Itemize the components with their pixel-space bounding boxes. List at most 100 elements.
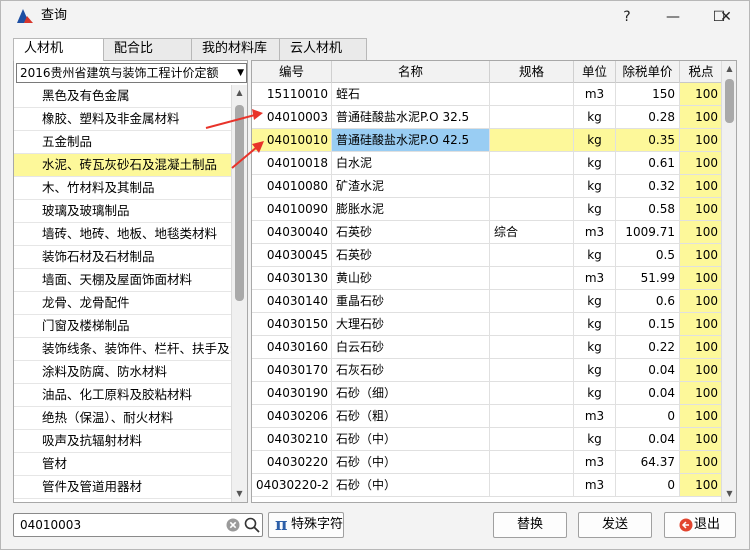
cell-unit[interactable]: m3 — [574, 405, 616, 427]
cell-code[interactable]: 04030150 — [252, 313, 332, 335]
category-item[interactable]: 龙骨、龙骨配件 — [14, 292, 231, 315]
cell-price[interactable]: 0.22 — [616, 336, 680, 358]
cell-code[interactable]: 04030160 — [252, 336, 332, 358]
cell-spec[interactable] — [490, 474, 574, 496]
category-item[interactable]: 绝热（保温）、耐火材料 — [14, 407, 231, 430]
cell-price[interactable]: 0 — [616, 405, 680, 427]
cell-price[interactable]: 0.5 — [616, 244, 680, 266]
cell-tax[interactable]: 100 — [680, 244, 722, 266]
category-item[interactable]: 黑色及有色金属 — [14, 85, 231, 108]
cell-name[interactable]: 石砂（中） — [332, 474, 490, 496]
table-row[interactable]: 15110010 蛭石 m3 150 100 — [252, 83, 722, 106]
table-row[interactable]: 04030040 石英砂 综合 m3 1009.71 100 — [252, 221, 722, 244]
cell-code[interactable]: 04030140 — [252, 290, 332, 312]
cell-spec[interactable] — [490, 359, 574, 381]
cell-name[interactable]: 黄山砂 — [332, 267, 490, 289]
minimize-button[interactable]: — — [650, 1, 696, 32]
cell-tax[interactable]: 100 — [680, 336, 722, 358]
cell-code[interactable]: 04010090 — [252, 198, 332, 220]
cell-code[interactable]: 04030206 — [252, 405, 332, 427]
cell-unit[interactable]: kg — [574, 129, 616, 151]
tab-cloud-material[interactable]: 云人材机 — [279, 38, 367, 60]
cell-price[interactable]: 0.04 — [616, 382, 680, 404]
cell-name[interactable]: 普通硅酸盐水泥P.O 42.5 — [332, 129, 490, 151]
cell-tax[interactable]: 100 — [680, 221, 722, 243]
category-scrollbar[interactable]: ▲ ▼ — [231, 85, 247, 502]
table-row[interactable]: 04010090 膨胀水泥 kg 0.58 100 — [252, 198, 722, 221]
cell-tax[interactable]: 100 — [680, 267, 722, 289]
table-row[interactable]: 04030220 石砂（中） m3 64.37 100 — [252, 451, 722, 474]
table-row[interactable]: 04010010 普通硅酸盐水泥P.O 42.5 kg 0.35 100 — [252, 129, 722, 152]
close-button[interactable]: ✕ — [703, 1, 749, 32]
cell-code[interactable]: 04030130 — [252, 267, 332, 289]
table-row[interactable]: 04030140 重晶石砂 kg 0.6 100 — [252, 290, 722, 313]
scroll-down-icon[interactable]: ▼ — [722, 486, 736, 502]
cell-tax[interactable]: 100 — [680, 106, 722, 128]
quota-select[interactable]: 2016贵州省建筑与装饰工程计价定额 ▼ — [16, 63, 247, 83]
search-icon[interactable] — [244, 517, 260, 533]
cell-price[interactable]: 150 — [616, 83, 680, 105]
header-unit[interactable]: 单位 — [574, 61, 616, 83]
cell-tax[interactable]: 100 — [680, 359, 722, 381]
scroll-down-icon[interactable]: ▼ — [232, 486, 247, 502]
cell-spec[interactable] — [490, 106, 574, 128]
cell-code[interactable]: 04030040 — [252, 221, 332, 243]
cell-price[interactable]: 0.35 — [616, 129, 680, 151]
cell-code[interactable]: 04010010 — [252, 129, 332, 151]
cell-spec[interactable] — [490, 382, 574, 404]
header-spec[interactable]: 规格 — [490, 61, 574, 83]
scroll-up-icon[interactable]: ▲ — [722, 61, 736, 77]
cell-unit[interactable]: m3 — [574, 267, 616, 289]
cell-spec[interactable] — [490, 244, 574, 266]
cell-unit[interactable]: m3 — [574, 451, 616, 473]
cell-tax[interactable]: 100 — [680, 451, 722, 473]
table-row[interactable]: 04010018 白水泥 kg 0.61 100 — [252, 152, 722, 175]
cell-unit[interactable]: kg — [574, 313, 616, 335]
special-chars-button[interactable]: π 特殊字符 — [268, 512, 344, 538]
cell-price[interactable]: 0.6 — [616, 290, 680, 312]
help-button[interactable]: ? — [604, 1, 650, 32]
cell-spec[interactable] — [490, 129, 574, 151]
search-input[interactable]: 04010003 — [20, 517, 81, 534]
cell-name[interactable]: 石英砂 — [332, 244, 490, 266]
cell-unit[interactable]: kg — [574, 106, 616, 128]
cell-code[interactable]: 04030170 — [252, 359, 332, 381]
cell-tax[interactable]: 100 — [680, 129, 722, 151]
cell-price[interactable]: 0.32 — [616, 175, 680, 197]
cell-unit[interactable]: m3 — [574, 221, 616, 243]
cell-tax[interactable]: 100 — [680, 175, 722, 197]
cell-unit[interactable]: kg — [574, 244, 616, 266]
cell-price[interactable]: 1009.71 — [616, 221, 680, 243]
tab-mix-ratio[interactable]: 配合比 — [103, 38, 192, 60]
cell-name[interactable]: 膨胀水泥 — [332, 198, 490, 220]
category-item[interactable]: 装饰线条、装饰件、栏杆、扶手及: — [14, 338, 231, 361]
cell-tax[interactable]: 100 — [680, 290, 722, 312]
table-row[interactable]: 04030045 石英砂 kg 0.5 100 — [252, 244, 722, 267]
cell-spec[interactable]: 综合 — [490, 221, 574, 243]
category-scroll-thumb[interactable] — [235, 105, 244, 301]
table-row[interactable]: 04030206 石砂（粗） m3 0 100 — [252, 405, 722, 428]
search-field[interactable]: 04010003 — [13, 513, 263, 537]
cell-name[interactable]: 石砂（中） — [332, 451, 490, 473]
cell-price[interactable]: 0.28 — [616, 106, 680, 128]
cell-name[interactable]: 石砂（粗） — [332, 405, 490, 427]
cell-price[interactable]: 51.99 — [616, 267, 680, 289]
cell-tax[interactable]: 100 — [680, 405, 722, 427]
cell-code[interactable]: 04010003 — [252, 106, 332, 128]
cell-unit[interactable]: m3 — [574, 474, 616, 496]
scroll-up-icon[interactable]: ▲ — [232, 85, 247, 101]
grid-scroll-thumb[interactable] — [725, 79, 734, 123]
cell-spec[interactable] — [490, 198, 574, 220]
cell-spec[interactable] — [490, 428, 574, 450]
cell-name[interactable]: 石砂（中） — [332, 428, 490, 450]
cell-unit[interactable]: kg — [574, 428, 616, 450]
table-row[interactable]: 04030170 石灰石砂 kg 0.04 100 — [252, 359, 722, 382]
cell-unit[interactable]: kg — [574, 336, 616, 358]
cell-spec[interactable] — [490, 152, 574, 174]
table-row[interactable]: 04030160 白云石砂 kg 0.22 100 — [252, 336, 722, 359]
cell-code[interactable]: 04010018 — [252, 152, 332, 174]
cell-tax[interactable]: 100 — [680, 474, 722, 496]
cell-price[interactable]: 64.37 — [616, 451, 680, 473]
cell-price[interactable]: 0 — [616, 474, 680, 496]
category-item[interactable]: 五金制品 — [14, 131, 231, 154]
